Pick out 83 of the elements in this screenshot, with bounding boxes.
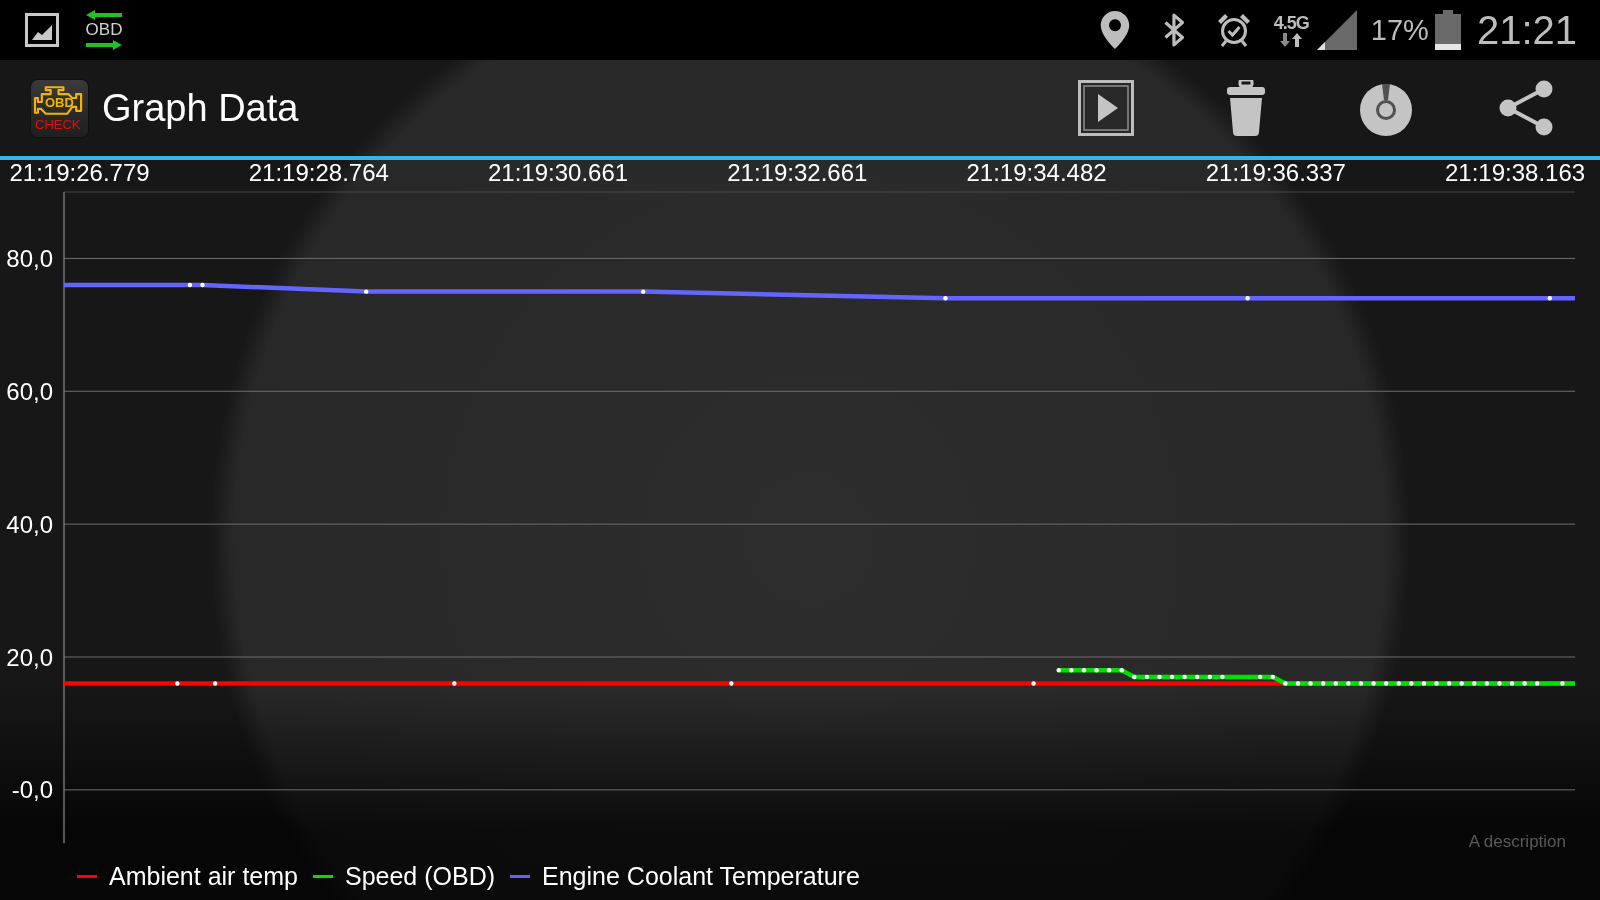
x-axis-label: 21:19:26.779: [9, 160, 150, 186]
data-point: [1358, 681, 1364, 686]
picture-icon: [25, 13, 59, 47]
data-point: [1056, 668, 1061, 673]
data-point: [1220, 674, 1225, 680]
data-point: [1182, 674, 1187, 680]
data-point: [1560, 681, 1565, 686]
data-arrows-icon: [1280, 32, 1303, 47]
x-axis-label: 21:19:32.661: [727, 160, 868, 186]
data-point: [1396, 681, 1401, 686]
data-point: [1283, 681, 1288, 686]
y-axis-label: 20,0: [6, 643, 53, 671]
data-point: [187, 282, 193, 288]
x-axis-label: 21:19:36.337: [1205, 160, 1346, 186]
data-point: [641, 289, 646, 294]
data-point: [943, 296, 948, 301]
battery-percent: 17%: [1370, 13, 1429, 47]
data-point: [1346, 681, 1351, 686]
data-point: [1295, 681, 1301, 686]
chart-description: A description: [1468, 832, 1566, 851]
data-point: [1169, 674, 1175, 680]
arrow-left-icon: [86, 10, 122, 20]
x-axis-label: 21:19:30.661: [488, 160, 629, 186]
data-point: [175, 681, 180, 686]
data-point: [1157, 674, 1162, 680]
data-point: [364, 289, 369, 294]
data-point: [1535, 681, 1540, 686]
arrow-right-icon: [86, 40, 122, 50]
clock-time: 21:21: [1476, 7, 1577, 53]
data-point: [1132, 674, 1137, 680]
data-point: [1106, 668, 1112, 673]
data-point: [1031, 681, 1036, 686]
data-point: [452, 681, 457, 686]
data-point: [1383, 681, 1389, 686]
data-point: [1144, 674, 1150, 680]
x-axis-label: 21:19:34.482: [966, 160, 1107, 186]
data-point: [1484, 681, 1490, 686]
data-point: [200, 282, 205, 288]
y-axis-label: 60,0: [6, 377, 53, 405]
notification-label: OBD: [85, 21, 123, 39]
y-axis-label: -0,0: [11, 776, 53, 804]
data-point: [729, 681, 734, 686]
legend-label: Speed (OBD): [344, 861, 496, 891]
signal-icon: [1316, 10, 1357, 50]
data-point: [1081, 668, 1087, 673]
data-point: [1421, 681, 1427, 686]
data-point: [1119, 668, 1124, 673]
data-point: [1320, 681, 1326, 686]
y-axis-label: 40,0: [6, 510, 53, 538]
share-icon: [1498, 80, 1554, 136]
data-point: [1522, 681, 1527, 686]
x-axis-label: 21:19:28.764: [248, 160, 389, 186]
data-point: [1308, 681, 1313, 686]
data-point: [1547, 296, 1552, 301]
network-type: 4.5G: [1273, 13, 1309, 33]
data-point: [1497, 681, 1502, 686]
data-point: [1472, 681, 1477, 686]
data-point: [1195, 674, 1200, 680]
data-point: [1509, 681, 1515, 686]
data-point: [1409, 681, 1414, 686]
data-point: [1258, 674, 1263, 680]
data-point: [1094, 668, 1099, 673]
play-icon: [1078, 80, 1134, 136]
y-axis-label: 80,0: [6, 244, 53, 272]
battery-icon: [1434, 10, 1461, 50]
data-point: [1270, 674, 1275, 680]
data-point: [1207, 674, 1213, 680]
data-point: [1333, 681, 1338, 686]
data-point: [1459, 681, 1464, 686]
data-point: [1434, 681, 1439, 686]
data-point: [1069, 668, 1074, 673]
logo-text: CHECK: [35, 117, 81, 132]
trash-icon: [1226, 80, 1266, 136]
legend-label: Engine Coolant Temperature: [542, 861, 860, 891]
location-pin-icon: [1099, 11, 1130, 49]
x-axis-label: 21:19:38.163: [1444, 160, 1586, 186]
data-point: [1245, 296, 1250, 301]
data-point: [212, 681, 218, 686]
logo-text: OBD: [45, 95, 74, 110]
data-point: [1371, 681, 1376, 686]
legend-label: Ambient air temp: [109, 861, 298, 891]
data-point: [1446, 681, 1452, 686]
screen-title: Graph Data: [102, 86, 299, 130]
